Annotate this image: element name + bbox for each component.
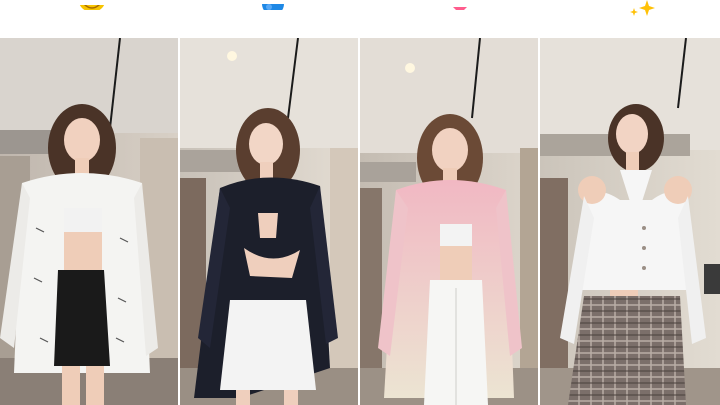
smiley-face-emoji-icon <box>78 0 106 10</box>
blue-circle-emoji-icon <box>261 0 285 10</box>
outfit-photo-4 <box>540 38 720 405</box>
sparkles-emoji-icon <box>625 0 659 18</box>
outfit-photo-1 <box>0 38 178 405</box>
outfit-photo-2 <box>180 38 358 405</box>
pink-heart-emoji-icon <box>450 0 470 10</box>
top-emoji-strip <box>0 0 720 38</box>
outfit-photo-3 <box>360 38 538 405</box>
